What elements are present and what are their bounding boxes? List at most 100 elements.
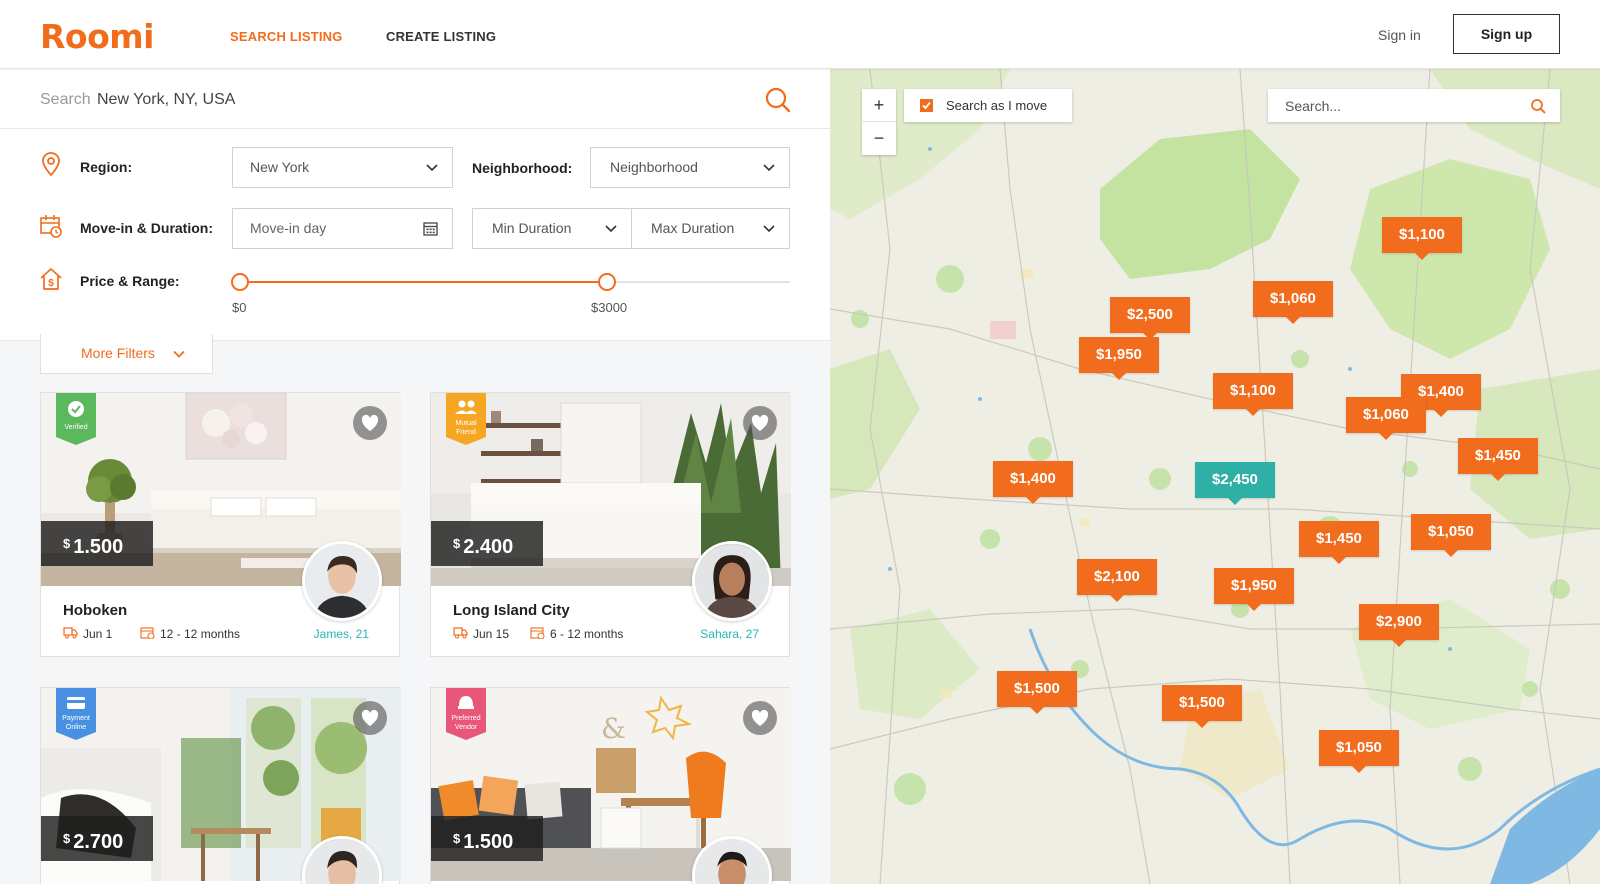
- favorite-button[interactable]: [353, 701, 387, 735]
- map-price-pin[interactable]: $1,450: [1458, 438, 1538, 481]
- price-value: 1.500: [73, 536, 124, 558]
- map-price-pin[interactable]: $1,500: [1162, 685, 1242, 728]
- map-price-pin[interactable]: $1,050: [1411, 514, 1491, 557]
- map-price-pin[interactable]: $1,060: [1253, 281, 1333, 324]
- stay-duration: 12 - 12 months: [160, 627, 241, 641]
- heart-icon: [751, 414, 769, 431]
- favorite-button[interactable]: [743, 406, 777, 440]
- min-duration-value: Min Duration: [492, 220, 572, 236]
- sign-in-link[interactable]: Sign in: [1378, 27, 1421, 43]
- listing-price: $1.500: [41, 521, 153, 566]
- preferred-vendor-badge-label: Preferred Vendor: [446, 714, 486, 732]
- move-in-date-field[interactable]: Move-in day: [232, 208, 453, 249]
- max-duration-select[interactable]: Max Duration: [631, 208, 790, 249]
- badge-line: Friend: [456, 429, 476, 436]
- listing-card[interactable]: Verified $1.500 Hoboken Jun 1 12 - 12 mo…: [40, 392, 401, 657]
- search-icon[interactable]: [763, 85, 793, 115]
- move-in-date: Jun 1: [83, 627, 113, 641]
- map-price-pin[interactable]: $1,950: [1079, 337, 1159, 380]
- host-avatar[interactable]: [302, 541, 382, 621]
- search-as-i-move-toggle[interactable]: Search as I move: [904, 89, 1072, 122]
- badge-line: Payment: [62, 715, 90, 722]
- listing-price: $1.500: [431, 816, 543, 861]
- map-price-pin-selected[interactable]: $2,450: [1195, 462, 1275, 505]
- mutual-friend-badge-label: Mutual Friend: [446, 419, 486, 437]
- calendar-duration-icon: [530, 627, 545, 639]
- chevron-down-icon: [763, 225, 775, 233]
- favorite-button[interactable]: [743, 701, 777, 735]
- more-filters-label: More Filters: [81, 345, 155, 361]
- location-pin-icon: [42, 152, 60, 177]
- map-price-pin[interactable]: $1,060: [1346, 397, 1426, 440]
- house-dollar-icon: $: [40, 268, 62, 290]
- listing-card[interactable]: Mutual Friend $2.400 Long Island City Jun…: [430, 392, 791, 657]
- move-in-duration-label: Move-in & Duration:: [80, 220, 213, 236]
- map-price-pin[interactable]: $1,950: [1214, 568, 1294, 611]
- listing-card[interactable]: & Preferred Vendor $1.500: [430, 687, 791, 884]
- map-price-pin[interactable]: $2,100: [1077, 559, 1157, 602]
- location-search-input[interactable]: New York, NY, USA: [97, 91, 235, 109]
- calendar-icon[interactable]: [423, 221, 438, 236]
- badge-line: Online: [65, 724, 87, 731]
- currency-symbol: $: [63, 831, 71, 846]
- filters-panel: Region: New York Neighborhood: Neighborh…: [0, 129, 830, 341]
- host-name-age[interactable]: Sahara, 27: [700, 627, 759, 641]
- heart-icon: [361, 414, 379, 431]
- price-max-handle[interactable]: [597, 273, 616, 291]
- host-name-age[interactable]: James, 21: [314, 627, 369, 641]
- listing-title[interactable]: Long Island City: [453, 602, 570, 619]
- price-value: 2.400: [463, 536, 514, 558]
- price-min-label: $0: [232, 300, 247, 315]
- calendar-duration-icon: [140, 627, 155, 639]
- map-price-pin[interactable]: $1,450: [1299, 521, 1379, 564]
- map-price-pin[interactable]: $1,100: [1213, 373, 1293, 416]
- map-price-pin[interactable]: $1,500: [997, 671, 1077, 714]
- listing-card[interactable]: Payment Online $2.700: [40, 687, 401, 884]
- region-select[interactable]: New York: [232, 147, 453, 188]
- badge-line: Preferred: [451, 715, 481, 722]
- map-price-pin[interactable]: $1,050: [1319, 730, 1399, 773]
- chevron-down-icon: [763, 164, 775, 172]
- price-value: 1.500: [463, 831, 514, 853]
- listing-price: $2.700: [41, 816, 153, 861]
- zoom-in-button[interactable]: +: [862, 89, 896, 122]
- more-filters-button[interactable]: More Filters: [40, 334, 213, 374]
- host-avatar[interactable]: [692, 541, 772, 621]
- sign-up-button[interactable]: Sign up: [1453, 14, 1560, 54]
- map-price-pin[interactable]: $2,900: [1359, 604, 1439, 647]
- stay-duration: 6 - 12 months: [550, 627, 624, 641]
- favorite-button[interactable]: [353, 406, 387, 440]
- price-value: 2.700: [73, 831, 124, 853]
- neighborhood-label: Neighborhood:: [472, 160, 573, 176]
- currency-symbol: $: [453, 831, 461, 846]
- map-price-pin[interactable]: $2,500: [1110, 297, 1190, 340]
- listing-title[interactable]: Hoboken: [63, 602, 127, 619]
- map-price-pin[interactable]: $1,100: [1382, 217, 1462, 260]
- move-in-placeholder: Move-in day: [250, 220, 327, 236]
- price-max-label: $3000: [591, 300, 628, 315]
- map-price-pin[interactable]: $1,400: [993, 461, 1073, 504]
- listings-map[interactable]: + − Search as I move $1,100 $2,500 $1,06…: [830, 69, 1600, 884]
- price-range-slider[interactable]: [231, 273, 790, 291]
- search-icon[interactable]: [1530, 98, 1546, 114]
- badge-line: Vendor: [454, 724, 478, 731]
- moving-truck-icon: [453, 627, 468, 639]
- nav-search-listing[interactable]: SEARCH LISTING: [230, 29, 343, 44]
- ampersand-decoration: &: [601, 712, 626, 745]
- min-duration-select[interactable]: Min Duration: [472, 208, 632, 249]
- nav-create-listing[interactable]: CREATE LISTING: [386, 29, 496, 44]
- neighborhood-select[interactable]: Neighborhood: [590, 147, 790, 188]
- search-as-i-move-label: Search as I move: [946, 98, 1048, 113]
- calendar-clock-icon: [40, 215, 62, 238]
- max-duration-value: Max Duration: [651, 220, 735, 236]
- map-search-box: [1268, 89, 1560, 122]
- chevron-down-icon: [426, 164, 438, 172]
- price-min-handle[interactable]: [231, 273, 249, 291]
- location-search-bar[interactable]: Search New York, NY, USA: [0, 69, 830, 129]
- region-label: Region:: [80, 159, 133, 175]
- map-search-input[interactable]: [1268, 89, 1518, 122]
- roomi-logo[interactable]: Roomi: [40, 17, 154, 56]
- zoom-out-button[interactable]: −: [862, 122, 896, 155]
- checkbox-checked-icon[interactable]: [920, 99, 933, 112]
- search-prefix-label: Search: [40, 91, 91, 108]
